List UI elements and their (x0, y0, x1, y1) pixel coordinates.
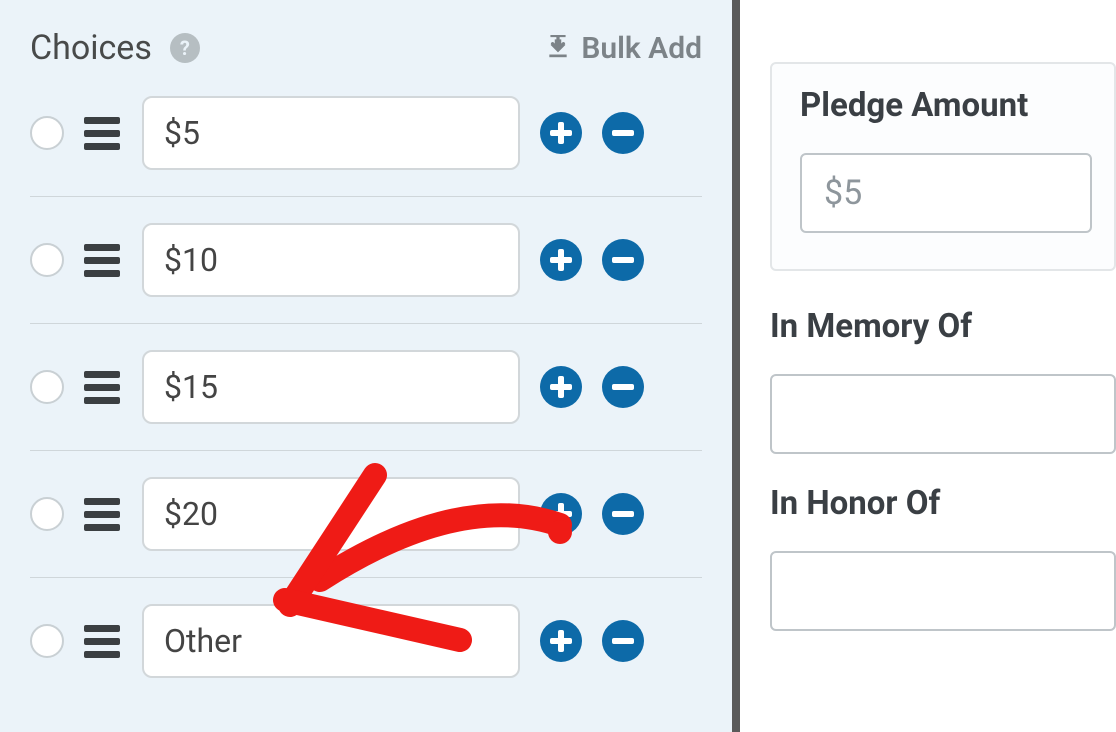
add-choice-button[interactable] (540, 112, 582, 154)
minus-icon (612, 130, 634, 136)
remove-choice-button[interactable] (602, 493, 644, 535)
remove-choice-button[interactable] (602, 239, 644, 281)
choice-value-input[interactable] (142, 477, 520, 551)
choice-row (30, 196, 702, 323)
plus-icon (550, 376, 572, 398)
help-icon[interactable]: ? (170, 33, 200, 63)
default-radio[interactable] (30, 624, 64, 658)
plus-icon (550, 503, 572, 525)
choice-row (30, 577, 702, 704)
default-radio[interactable] (30, 370, 64, 404)
choice-value-input[interactable] (142, 223, 520, 297)
in-memory-of-input[interactable] (770, 374, 1116, 454)
choice-row (30, 323, 702, 450)
in-honor-of-label: In Honor Of (770, 484, 1116, 523)
drag-handle-icon[interactable] (84, 117, 120, 150)
pledge-amount-label: Pledge Amount (800, 86, 1092, 125)
drag-handle-icon[interactable] (84, 498, 120, 531)
add-choice-button[interactable] (540, 493, 582, 535)
bulk-add-button[interactable]: Bulk Add (545, 31, 702, 66)
minus-icon (612, 384, 634, 390)
in-honor-of-input[interactable] (770, 551, 1116, 631)
choice-list (30, 92, 702, 704)
drag-handle-icon[interactable] (84, 244, 120, 277)
in-memory-of-label: In Memory Of (770, 307, 1116, 346)
default-radio[interactable] (30, 497, 64, 531)
in-honor-of-field: In Honor Of (770, 484, 1116, 631)
choices-title: Choices (30, 28, 152, 68)
choice-value-input[interactable] (142, 604, 520, 678)
minus-icon (612, 511, 634, 517)
pledge-amount-select[interactable]: $5 (800, 153, 1092, 233)
in-memory-of-field: In Memory Of (770, 307, 1116, 454)
bulk-add-label: Bulk Add (581, 31, 702, 66)
add-choice-button[interactable] (540, 239, 582, 281)
form-preview-panel: Pledge Amount $5 In Memory Of In Honor O… (740, 0, 1116, 732)
pledge-amount-value: $5 (824, 173, 862, 213)
pledge-amount-field: Pledge Amount $5 (770, 62, 1116, 271)
plus-icon (550, 122, 572, 144)
add-choice-button[interactable] (540, 620, 582, 662)
default-radio[interactable] (30, 243, 64, 277)
download-icon (545, 35, 571, 61)
plus-icon (550, 630, 572, 652)
choice-row (30, 92, 702, 196)
choices-editor-panel: Choices ? Bulk Add (0, 0, 740, 732)
choice-row (30, 450, 702, 577)
plus-icon (550, 249, 572, 271)
remove-choice-button[interactable] (602, 112, 644, 154)
drag-handle-icon[interactable] (84, 625, 120, 658)
choice-value-input[interactable] (142, 350, 520, 424)
remove-choice-button[interactable] (602, 620, 644, 662)
add-choice-button[interactable] (540, 366, 582, 408)
choice-value-input[interactable] (142, 96, 520, 170)
minus-icon (612, 638, 634, 644)
drag-handle-icon[interactable] (84, 371, 120, 404)
choices-header: Choices ? Bulk Add (30, 28, 702, 68)
minus-icon (612, 257, 634, 263)
remove-choice-button[interactable] (602, 366, 644, 408)
default-radio[interactable] (30, 116, 64, 150)
